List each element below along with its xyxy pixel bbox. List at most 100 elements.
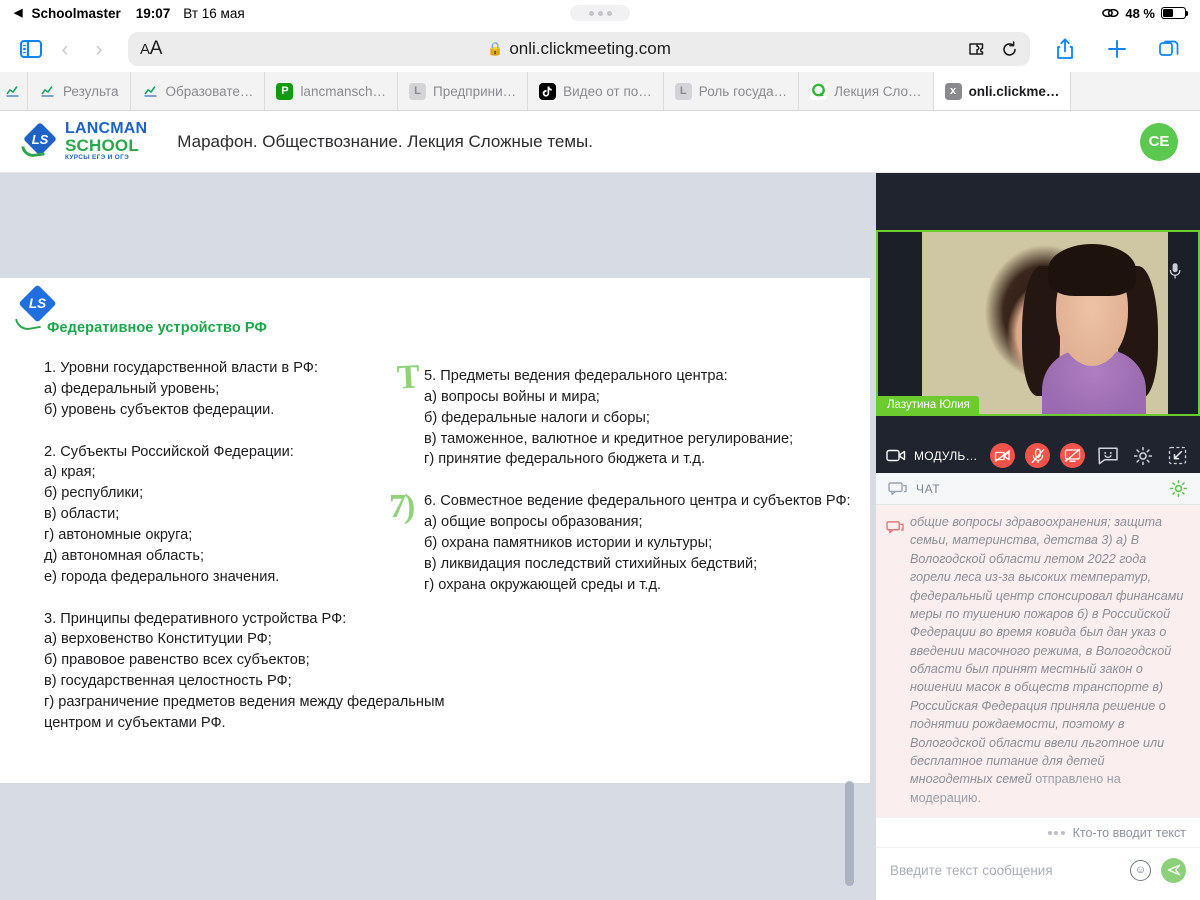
tabs-overview-button[interactable]: [1152, 32, 1186, 66]
back-button[interactable]: ‹: [48, 32, 82, 66]
chat-message-input[interactable]: Введите текст сообщения: [890, 863, 1120, 878]
slide-block: 3. Принципы федеративного устройства РФ:…: [44, 609, 474, 734]
ios-status-bar: ◀ Schoolmaster 19:07 Вт 16 мая 48 %: [0, 0, 1200, 26]
module-selector[interactable]: модуль…: [886, 448, 978, 463]
fullscreen-icon: [1168, 446, 1187, 465]
battery-icon: [1161, 7, 1186, 19]
slide-scrollbar[interactable]: [845, 781, 854, 886]
smiley-icon[interactable]: ☺: [1130, 860, 1151, 881]
reload-icon[interactable]: [1001, 41, 1018, 58]
share-button[interactable]: [1048, 32, 1082, 66]
sidebar-toggle-button[interactable]: [14, 32, 48, 66]
status-bar-left[interactable]: ◀ Schoolmaster 19:07 Вт 16 мая: [14, 6, 245, 21]
presentation-pane[interactable]: LS Федеративное устройство РФ 1. Уровни …: [0, 173, 876, 892]
tiktok-icon: [539, 83, 556, 100]
battery-percent-label: 48 %: [1125, 6, 1155, 21]
tab-item[interactable]: Видео от по…: [528, 72, 664, 110]
meeting-header: LS LANCMAN SCHOOL КУРСЫ ЕГЭ И ОГЭ Марафо…: [0, 111, 1200, 173]
tab-label: Предприни…: [433, 84, 516, 99]
logo-initials: LS: [29, 132, 51, 147]
chat-title: ЧАТ: [916, 482, 940, 496]
slide-block: 6. Совместное ведение федерального центр…: [424, 491, 854, 595]
mic-off-icon: [1031, 448, 1045, 464]
chart-icon: [142, 83, 159, 100]
right-sidebar: Лазутина Юлия модуль…: [876, 173, 1200, 892]
lancman-school-logo: LS LANCMAN SCHOOL КУРСЫ ЕГЭ И ОГЭ: [22, 121, 147, 162]
chat-message: общие вопросы здравоохранения; защита се…: [876, 505, 1200, 817]
share-icon: [1055, 37, 1075, 61]
status-bar-right: 48 %: [1102, 6, 1186, 21]
battery-link-icon: [1102, 7, 1119, 19]
smiley-icon: [1097, 445, 1119, 466]
text-size-button[interactable]: AA: [140, 38, 162, 60]
back-to-app-label[interactable]: Schoolmaster: [31, 6, 120, 21]
back-to-app-arrow-icon[interactable]: ◀: [14, 8, 22, 19]
settings-button[interactable]: [1130, 443, 1155, 468]
tab-item[interactable]: [0, 72, 28, 110]
video-tile-active-speaker[interactable]: Лазутина Юлия: [876, 230, 1200, 416]
tab-item[interactable]: L Роль госуда…: [664, 72, 799, 110]
chat-icon: [888, 481, 907, 497]
video-area: Лазутина Юлия: [876, 173, 1200, 439]
chat-messages[interactable]: общие вопросы здравоохранения; защита се…: [876, 505, 1200, 817]
tab-label: Роль госуда…: [699, 84, 787, 99]
slide-column-right: Т 7) 5. Предметы ведения федерального це…: [424, 366, 854, 617]
gear-icon: [1169, 479, 1188, 498]
slide-block: 5. Предметы ведения федерального центра:…: [424, 366, 854, 470]
address-bar[interactable]: AA 🔒 onli.clickmeeting.com: [128, 32, 1030, 66]
camera-off-button[interactable]: [990, 443, 1015, 468]
chat-input-row[interactable]: Введите текст сообщения ☺: [876, 847, 1200, 892]
typing-indicator: Кто-то вводит текст: [876, 817, 1200, 847]
stage-bottom-strip: [0, 892, 876, 900]
chevron-right-icon: ›: [96, 39, 103, 60]
plus-icon: [1106, 38, 1128, 60]
tab-label: Видео от по…: [563, 84, 652, 99]
chat-settings-button[interactable]: [1169, 479, 1188, 498]
tab-item-active[interactable]: x onli.clickme…: [934, 72, 1072, 110]
tab-label: Результа: [63, 84, 119, 99]
handwritten-mark-icon: Т: [396, 360, 420, 395]
gear-icon: [1133, 446, 1153, 466]
microphone-off-button[interactable]: [1025, 443, 1050, 468]
camera-off-icon: [994, 449, 1011, 463]
logo-diamond-icon: LS: [22, 124, 58, 160]
fullscreen-button[interactable]: [1165, 443, 1190, 468]
chat-header: ЧАТ: [876, 473, 1200, 505]
url-display: 🔒 onli.clickmeeting.com: [128, 39, 1030, 59]
chat-bubble-icon: [886, 513, 904, 807]
sidebar-icon: [20, 40, 42, 58]
dynamic-island: [570, 5, 630, 21]
letter-l-icon: L: [675, 83, 692, 100]
emoji-reactions-button[interactable]: [1095, 443, 1120, 468]
forward-button[interactable]: ›: [82, 32, 116, 66]
logo-line-1: LANCMAN: [65, 121, 147, 137]
tabs-icon: [1158, 38, 1180, 60]
status-bar-date: Вт 16 мая: [183, 6, 244, 21]
chat-message-text: общие вопросы здравоохранения; защита се…: [910, 515, 1183, 786]
slide-logo-initials: LS: [25, 296, 50, 311]
tab-item[interactable]: L Предприни…: [398, 72, 528, 110]
status-bar-time: 19:07: [136, 6, 171, 21]
chevron-left-icon: ‹: [62, 39, 69, 60]
url-text: onli.clickmeeting.com: [509, 39, 671, 59]
tab-label: onli.clickme…: [969, 84, 1060, 99]
screenshare-off-button[interactable]: [1060, 443, 1085, 468]
send-icon: [1167, 863, 1181, 877]
tab-strip[interactable]: Результа Образовате… P lancmansch… L Пре…: [0, 72, 1200, 111]
microphone-icon: [1164, 260, 1186, 282]
puzzle-icon[interactable]: [968, 41, 987, 57]
speaker-name-label: Лазутина Юлия: [878, 396, 979, 414]
tab-item[interactable]: P lancmansch…: [265, 72, 398, 110]
letter-q-icon: [810, 83, 827, 100]
tab-label: lancmansch…: [300, 84, 386, 99]
speaker-video-frame: [922, 232, 1168, 414]
tab-item[interactable]: Результа: [28, 72, 131, 110]
avatar[interactable]: CE: [1140, 123, 1178, 161]
chart-icon: [4, 83, 21, 100]
send-button[interactable]: [1161, 858, 1186, 883]
tab-item[interactable]: Лекция Сло…: [799, 72, 933, 110]
tab-item[interactable]: Образовате…: [131, 72, 266, 110]
slide-canvas: LS Федеративное устройство РФ 1. Уровни …: [0, 278, 870, 783]
new-tab-button[interactable]: [1100, 32, 1134, 66]
lock-icon: 🔒: [487, 41, 503, 57]
